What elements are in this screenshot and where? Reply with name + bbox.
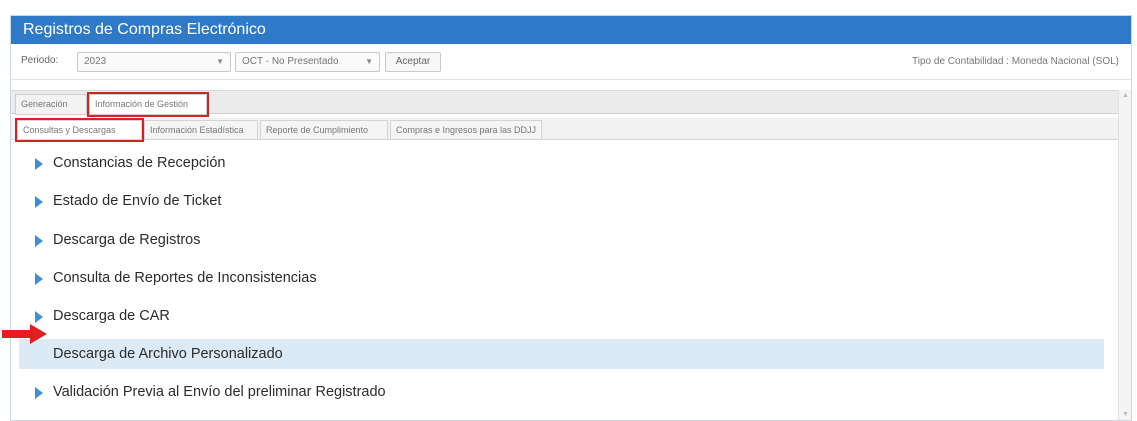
list-item-archivo-personalizado[interactable]: Descarga de Archivo Personalizado [19,339,1104,369]
chevron-down-icon: ▼ [365,57,373,66]
list-item-label: Estado de Envío de Ticket [53,193,222,209]
aceptar-button[interactable]: Aceptar [385,52,441,72]
list-item-reportes-inconsistencias[interactable]: Consulta de Reportes de Inconsistencias [19,263,1104,293]
tab-compras-ingresos-ddjj[interactable]: Compras e Ingresos para las DDJJ [390,120,542,140]
list-item-label: Constancias de Recepción [53,155,226,171]
period-select[interactable]: OCT - No Presentado ▼ [235,52,380,72]
year-select-value: 2023 [84,56,107,67]
list-item-label: Validación Previa al Envío del prelimina… [53,384,386,400]
triangle-right-icon [35,235,43,247]
period-select-value: OCT - No Presentado [242,56,339,67]
tab-consultas-descargas[interactable]: Consultas y Descargas [15,118,144,142]
triangle-right-icon [35,196,43,208]
window-title: Registros de Compras Electrónico [11,16,1131,44]
scroll-down-icon[interactable]: ▼ [1122,411,1129,418]
tab-reporte-cumplimiento[interactable]: Reporte de Cumplimiento [260,120,388,140]
tab-generacion[interactable]: Generación [15,94,87,115]
list-item-label: Descarga de Registros [53,232,201,248]
triangle-right-icon [35,387,43,399]
red-arrow-icon [2,324,47,344]
tab-informacion-estadistica[interactable]: Información Estadística [144,120,258,140]
list-item-constancias[interactable]: Constancias de Recepción [19,148,1104,178]
list-item-estado-ticket[interactable]: Estado de Envío de Ticket [19,186,1104,216]
tab-informacion-gestion[interactable]: Información de Gestión [87,92,209,117]
year-select[interactable]: 2023 ▼ [77,52,231,72]
period-toolbar: Periodo: 2023 ▼ OCT - No Presentado ▼ Ac… [11,44,1131,80]
tipo-contabilidad-text: Tipo de Contabilidad : Moneda Nacional (… [912,56,1119,67]
chevron-down-icon: ▼ [216,57,224,66]
list-item-descarga-registros[interactable]: Descarga de Registros [19,225,1104,255]
triangle-right-icon [35,158,43,170]
vertical-scrollbar[interactable]: ▲ ▼ [1118,90,1131,420]
main-window: Registros de Compras Electrónico Periodo… [10,15,1132,421]
sub-tabs: Consultas y Descargas Información Estadí… [11,118,1118,142]
main-tabs: Generación Información de Gestión [11,90,1118,117]
list-item-descarga-car[interactable]: Descarga de CAR [19,301,1104,331]
scroll-up-icon[interactable]: ▲ [1122,92,1129,99]
list-item-validacion-previa[interactable]: Validación Previa al Envío del prelimina… [19,377,1104,407]
list-item-label: Consulta de Reportes de Inconsistencias [53,270,317,286]
list-item-label: Descarga de CAR [53,308,170,324]
periodo-label: Periodo: [21,55,59,66]
list-item-label: Descarga de Archivo Personalizado [53,346,283,362]
triangle-right-icon [35,311,43,323]
triangle-right-icon [35,273,43,285]
